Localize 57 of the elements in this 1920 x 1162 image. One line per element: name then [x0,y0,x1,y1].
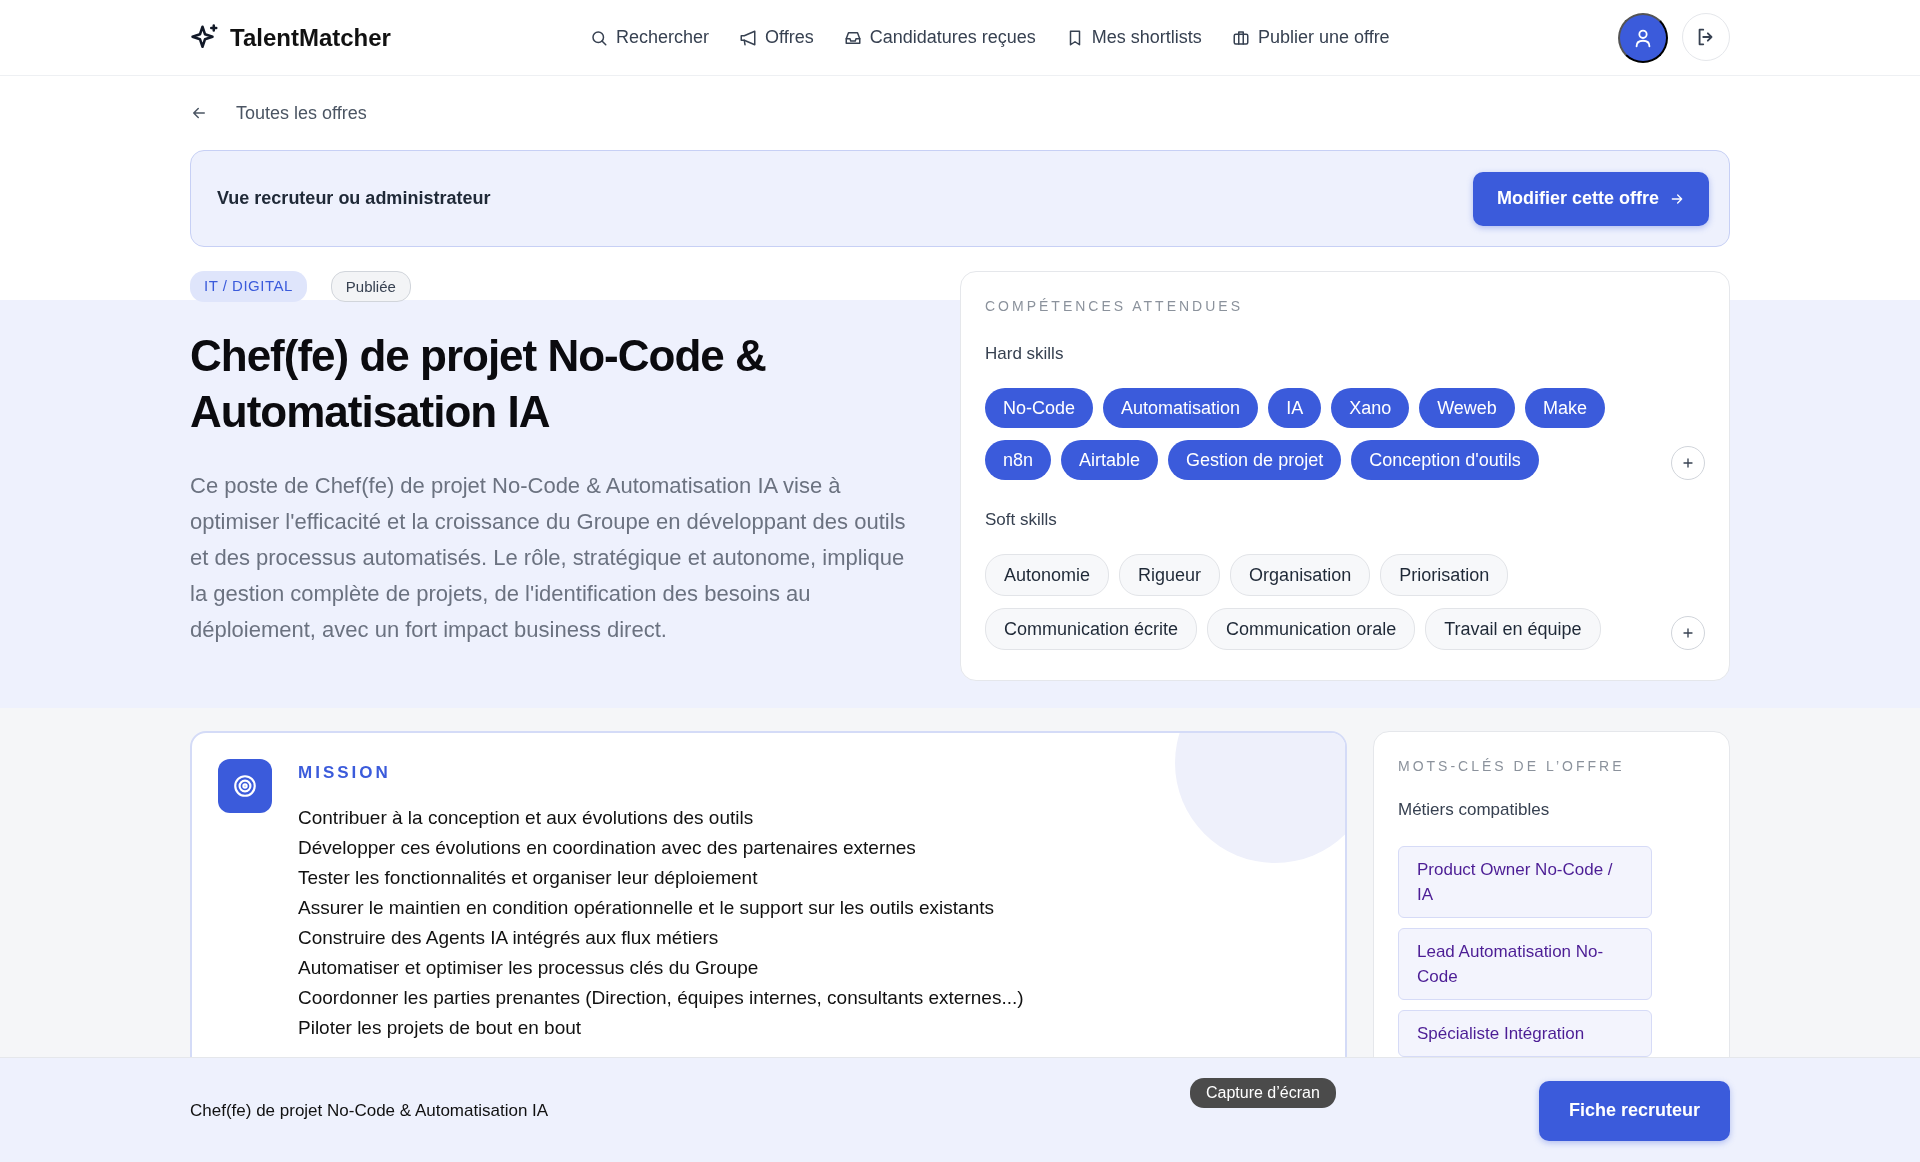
mission-item: Coordonner les parties prenantes (Direction, équipes internes, consultants externes...) [298,986,1024,1010]
briefcase-icon [1231,28,1250,47]
skill-chip: n8n [985,440,1052,480]
keyword-tag: Lead Automatisation No-Code [1398,928,1652,1000]
group-label: Métiers compatibles [1398,800,1551,820]
nav-link[interactable]: Rechercher [590,27,710,48]
skill-chip: Communication orale [1207,608,1416,650]
logout-button[interactable] [1682,12,1730,61]
search-icon [590,28,608,47]
mission-item: Assurer le maintien en condition opérationnelle et le support sur les outils existants [298,896,995,920]
add-button[interactable] [1671,616,1705,650]
mission-item: Développer ces évolutions en coordination avec des partenaires externes [298,836,917,860]
nav-link[interactable]: Candidatures reçues [843,27,1036,48]
skill-chip: No-Code [985,388,1094,428]
skill-chip: Priorisation [1380,554,1509,596]
logo-text[interactable]: TalentMatcher [230,23,391,52]
skill-chip: Make [1524,388,1605,428]
skill-chip: Automatisation [1103,388,1259,428]
nav-link[interactable]: Mes shortlists [1065,27,1202,48]
skill-chip: Organisation [1230,554,1371,596]
profile-button[interactable] [1618,12,1668,63]
skill-chip: Gestion de projet [1168,440,1342,480]
skill-chip: Weweb [1419,388,1515,428]
skill-chip: Communication écrite [985,608,1198,650]
bottom-title: Chef(fe) de projet No-Code & Automatisation IA [190,1100,549,1121]
megaphone-icon [739,28,758,47]
nav-link[interactable]: Publier une offre [1231,27,1390,48]
skill-chip: Autonomie [985,554,1110,596]
job-description: Ce poste de Chef(fe) de projet No-Code & Automatisation IA vise à optimiser l'efficacité et la croissance du Groupe en développant des outils et des processus automatisés. Le rôle, stratégique et autonome, implique la gestion complète de projets, de l'identification des besoins au déploiement, avec un fort impact business direct. [190,472,907,644]
tooltip: Capture d’écran [1190,1078,1336,1108]
add-button[interactable] [1671,446,1705,480]
group-label: Hard skills [985,344,1065,364]
mission-item: Piloter les projets de bout en bout [298,1016,583,1040]
skill-chip: Travail en équipe [1425,608,1601,650]
edit-offer-button[interactable]: Modifier cette offre [1472,171,1709,226]
section-heading: MOTS-CLÉS DE L’OFFRE [1398,758,1626,774]
section-heading: COMPÉTENCES ATTENDUES [985,298,1244,314]
skill-chip: Rigueur [1119,554,1221,596]
banner-text: Vue recruteur ou administrateur [217,188,491,209]
nav-link[interactable]: Offres [739,27,814,48]
mission-item: Automatiser et optimiser les processus clés du Groupe [298,956,760,980]
group-label: Soft skills [985,510,1058,530]
section-heading: MISSION [298,763,392,783]
tag: IT / DIGITAL [190,271,307,302]
skill-chip: IA [1268,388,1322,428]
keyword-tag: Product Owner No-Code / IA [1398,846,1652,918]
keyword-tag: Spécialiste Intégration [1398,1010,1652,1057]
tag: Publiée [330,271,411,302]
mission-item: Tester les fonctionnalités et organiser leur déploiement [298,866,759,890]
skill-chip: Xano [1331,388,1410,428]
skill-chip: Airtable [1061,440,1159,480]
skill-chip: Conception d'outils [1351,440,1539,480]
job-title: Chef(fe) de projet No-Code & Automatisation IA [190,330,767,438]
mission-item: Contribuer à la conception et aux évolutions des outils [298,806,755,830]
recruiter-sheet-button[interactable]: Fiche recruteur [1538,1080,1730,1141]
mission-item: Construire des Agents IA intégrés aux flux métiers [298,926,720,950]
back-link[interactable]: Toutes les offres [236,102,367,124]
